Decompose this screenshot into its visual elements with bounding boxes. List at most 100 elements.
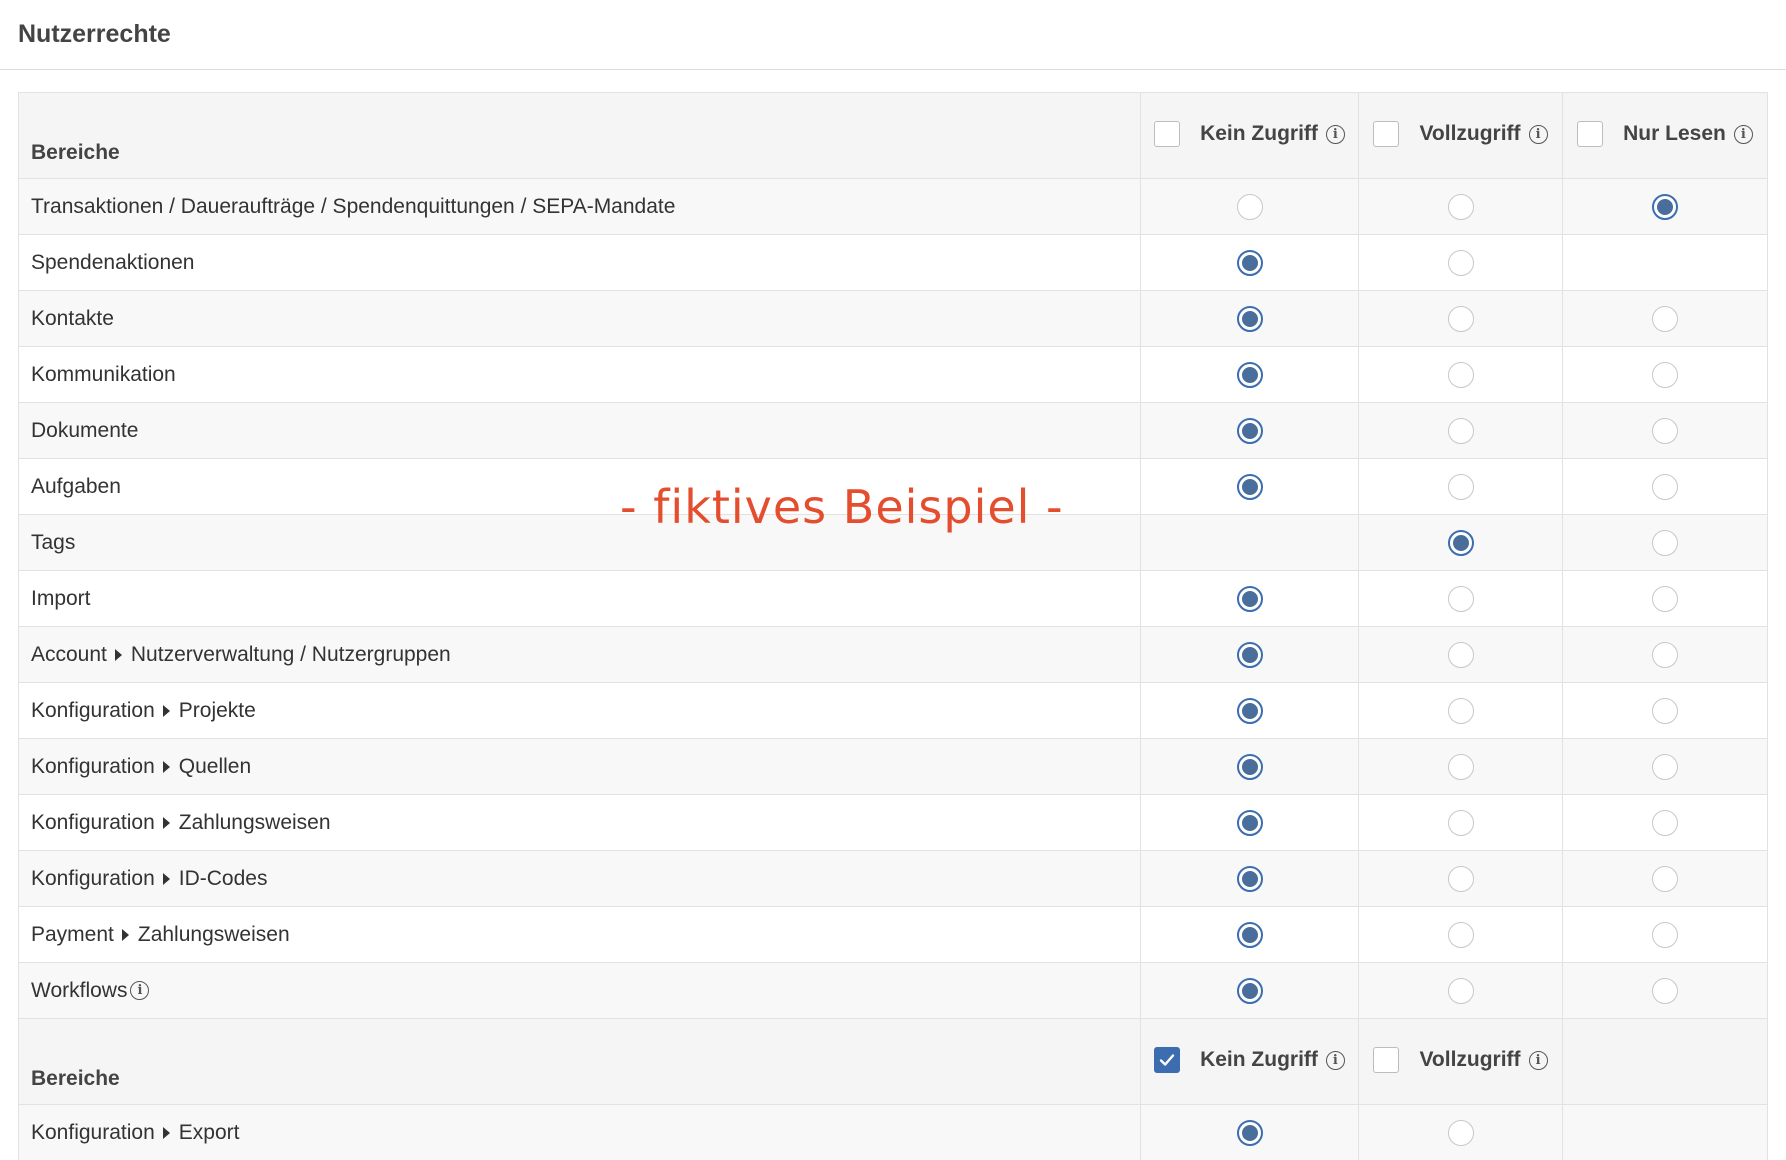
area-name-cell: Transaktionen / Daueraufträge / Spendenq…: [18, 178, 1141, 235]
area-name-cell: Aufgaben: [18, 458, 1141, 515]
nur-lesen-radio[interactable]: [1652, 977, 1678, 1004]
kein-zugriff-cell: [1140, 626, 1359, 683]
kein-zugriff-radio[interactable]: [1236, 641, 1263, 668]
vollzugriff-radio[interactable]: [1447, 361, 1474, 388]
kein-zugriff-radio[interactable]: [1236, 249, 1263, 276]
kein-zugriff-radio[interactable]: [1236, 697, 1263, 724]
info-icon[interactable]: i: [1528, 1050, 1548, 1070]
vollzugriff-radio[interactable]: [1447, 417, 1474, 444]
vollzugriff-radio[interactable]: [1447, 193, 1474, 220]
kein-zugriff-cell: [1140, 962, 1359, 1019]
kein-zugriff-cell: [1140, 178, 1359, 235]
area-label: Zahlungsweisen: [178, 810, 331, 834]
vollzugriff-select-all-checkbox[interactable]: [1373, 121, 1400, 147]
nur-lesen-radio[interactable]: [1652, 697, 1678, 724]
kein-zugriff-cell: [1140, 570, 1359, 627]
info-icon[interactable]: i: [130, 981, 150, 1000]
caret-right-icon: [162, 704, 170, 717]
kein-zugriff-radio[interactable]: [1236, 585, 1263, 612]
vollzugriff-radio[interactable]: [1447, 641, 1474, 668]
nur-lesen-radio[interactable]: [1652, 585, 1678, 612]
area-label: Konfiguration: [31, 754, 155, 778]
vollzugriff-cell: [1358, 850, 1563, 907]
kein-zugriff-select-all-checkbox[interactable]: [1154, 1047, 1181, 1073]
nur-lesen-cell: [1562, 234, 1768, 291]
area-label: Spendenaktionen: [31, 250, 195, 274]
vollzugriff-radio[interactable]: [1447, 529, 1474, 556]
nur-lesen-cell: [1562, 346, 1768, 403]
vollzugriff-radio[interactable]: [1447, 977, 1474, 1004]
vollzugriff-label: Vollzugriff: [1419, 1048, 1521, 1071]
area-name-cell: Spendenaktionen: [18, 234, 1141, 291]
kein-zugriff-radio[interactable]: [1236, 809, 1263, 836]
kein-zugriff-radio[interactable]: [1236, 305, 1263, 332]
vollzugriff-radio[interactable]: [1447, 865, 1474, 892]
kein-zugriff-radio[interactable]: [1236, 1119, 1263, 1146]
nur-lesen-radio[interactable]: [1652, 641, 1678, 668]
kein-zugriff-label: Kein Zugriff: [1200, 122, 1318, 145]
kein-zugriff-radio[interactable]: [1236, 977, 1263, 1004]
nur-lesen-radio[interactable]: [1652, 921, 1678, 948]
area-label: Workflows: [31, 978, 128, 1002]
kein-zugriff-cell: [1140, 1104, 1359, 1160]
vollzugriff-label: Vollzugriff: [1419, 122, 1521, 145]
nur-lesen-radio[interactable]: [1652, 417, 1678, 444]
info-icon[interactable]: i: [1325, 1050, 1345, 1070]
caret-right-icon: [162, 816, 170, 829]
nur-lesen-radio[interactable]: [1652, 753, 1678, 780]
nur-lesen-radio[interactable]: [1652, 361, 1678, 388]
vollzugriff-cell: [1358, 290, 1563, 347]
kein-zugriff-cell: [1140, 458, 1359, 515]
kein-zugriff-radio[interactable]: [1236, 361, 1263, 388]
vollzugriff-radio[interactable]: [1447, 473, 1474, 500]
vollzugriff-cell: [1358, 514, 1563, 571]
area-name-cell: Workflows i: [18, 962, 1141, 1019]
nur-lesen-radio[interactable]: [1652, 193, 1678, 220]
vollzugriff-select-all-checkbox[interactable]: [1373, 1047, 1400, 1073]
kein-zugriff-radio[interactable]: [1236, 865, 1263, 892]
vollzugriff-radio[interactable]: [1447, 697, 1474, 724]
permission-row: Transaktionen / Daueraufträge / Spendenq…: [18, 178, 1768, 235]
kein-zugriff-column-header: Kein Zugriff i: [1140, 1018, 1359, 1105]
kein-zugriff-radio[interactable]: [1236, 753, 1263, 780]
permission-row: Account Nutzerverwaltung / Nutzergruppen: [18, 626, 1768, 683]
info-icon[interactable]: i: [1325, 124, 1345, 144]
nur-lesen-radio[interactable]: [1652, 529, 1678, 556]
info-icon[interactable]: i: [1528, 124, 1548, 144]
vollzugriff-radio[interactable]: [1447, 1119, 1474, 1146]
nur-lesen-radio[interactable]: [1652, 305, 1678, 332]
vollzugriff-radio[interactable]: [1447, 585, 1474, 612]
kein-zugriff-radio[interactable]: [1236, 921, 1263, 948]
info-icon[interactable]: i: [1733, 124, 1753, 144]
kein-zugriff-radio[interactable]: [1236, 473, 1263, 500]
vollzugriff-radio[interactable]: [1447, 249, 1474, 276]
permission-row: Kommunikation: [18, 346, 1768, 403]
nur-lesen-cell: [1562, 906, 1768, 963]
vollzugriff-radio[interactable]: [1447, 753, 1474, 780]
vollzugriff-radio[interactable]: [1447, 809, 1474, 836]
kein-zugriff-cell: [1140, 514, 1359, 571]
area-label: Aufgaben: [31, 474, 121, 498]
kein-zugriff-select-all-checkbox[interactable]: [1154, 121, 1181, 147]
kein-zugriff-cell: [1140, 290, 1359, 347]
vollzugriff-radio[interactable]: [1447, 921, 1474, 948]
permission-row: Konfiguration Export: [18, 1104, 1768, 1160]
kein-zugriff-radio[interactable]: [1236, 193, 1263, 220]
area-name-cell: Kommunikation: [18, 346, 1141, 403]
permission-row: Tags: [18, 514, 1768, 571]
areas-column-header: Bereiche: [18, 1018, 1141, 1105]
vollzugriff-radio[interactable]: [1447, 305, 1474, 332]
permission-row: Spendenaktionen: [18, 234, 1768, 291]
nur-lesen-cell: [1562, 962, 1768, 1019]
area-label: Konfiguration: [31, 698, 155, 722]
nur-lesen-cell: [1562, 794, 1768, 851]
area-name-cell: Import: [18, 570, 1141, 627]
nur-lesen-radio[interactable]: [1652, 473, 1678, 500]
nur-lesen-cell: [1562, 178, 1768, 235]
nur-lesen-select-all-checkbox[interactable]: [1577, 121, 1604, 147]
vollzugriff-cell: [1358, 346, 1563, 403]
nur-lesen-radio[interactable]: [1652, 809, 1678, 836]
nur-lesen-cell: [1562, 682, 1768, 739]
nur-lesen-radio[interactable]: [1652, 865, 1678, 892]
kein-zugriff-radio[interactable]: [1236, 417, 1263, 444]
